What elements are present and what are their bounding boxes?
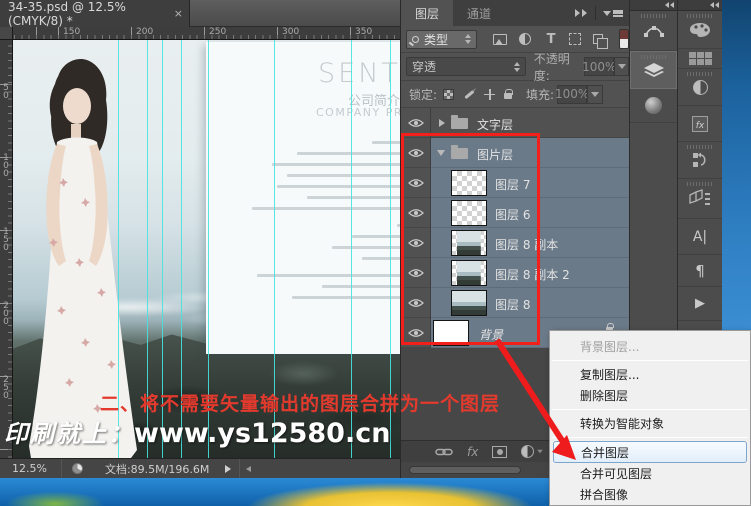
panel-tab-bar: 图层 通道 [401, 0, 629, 26]
ruler-corner [0, 27, 13, 40]
filter-kind-dropdown[interactable]: 类型 [406, 30, 477, 49]
text-line [322, 285, 400, 288]
ruler-label: 150 [1, 228, 11, 252]
fill-label: 填充: [526, 86, 554, 103]
blend-row: 穿透 不透明度: 100% [401, 53, 629, 81]
ruler-label: 250 [209, 27, 226, 37]
layer-name: 文字层 [477, 116, 513, 133]
3d-material-panel-icon[interactable] [630, 89, 677, 123]
document-page: SENTUE 公司简介 COMPANY PR [206, 42, 400, 354]
text-line [362, 257, 400, 260]
filter-adjustment-layers-icon[interactable] [517, 30, 535, 48]
link-layers-icon[interactable] [435, 447, 453, 457]
lock-position-icon[interactable] [484, 89, 495, 100]
ruler-label: 200 [136, 27, 153, 37]
scroll-left-arrow-icon[interactable] [246, 466, 251, 472]
annotation-red-text: 二、将不需要矢量输出的图层合拼为一个图层 [100, 389, 500, 416]
text-line [372, 141, 400, 144]
opacity-dropdown-icon[interactable] [614, 57, 629, 76]
lock-row: 锁定: 填充: 100% [401, 81, 629, 108]
divider [595, 6, 596, 20]
history-panel-icon[interactable] [678, 142, 722, 179]
filter-type-layers-icon[interactable]: T [542, 30, 560, 48]
swatches-panel-icon[interactable] [678, 49, 722, 69]
text-line [297, 152, 400, 155]
annotation-red-arrow [455, 330, 595, 480]
actions-panel-icon[interactable]: ▶ [678, 287, 722, 321]
filter-toggle-switch[interactable] [619, 29, 629, 49]
status-popup-arrow-icon[interactable] [225, 465, 231, 473]
photoshop-window: 34-35.psd @ 12.5%(CMYK/8) * × 150 200 25… [0, 0, 751, 506]
expand-panels-icon[interactable] [575, 9, 580, 17]
document-size-info: 文档:89.5M/196.6M [105, 461, 209, 477]
page-title: SENTUE [318, 58, 400, 89]
3d-panel-icon[interactable] [678, 179, 722, 219]
collapse-dock-icon[interactable] [630, 0, 677, 11]
text-line [257, 274, 400, 277]
folder-icon [451, 118, 468, 129]
document-tab-title: 34-35.psd @ 12.5%(CMYK/8) * [8, 0, 168, 28]
close-tab-icon[interactable]: × [174, 7, 183, 20]
color-panel-icon[interactable] [678, 11, 722, 49]
paths-panel-icon[interactable] [630, 11, 677, 51]
ruler-horizontal: 150 200 250 300 350 [13, 27, 400, 40]
filter-smart-object-icon[interactable] [589, 30, 607, 48]
text-line [307, 196, 400, 199]
search-icon [412, 36, 419, 43]
filter-row: 类型 T [401, 26, 629, 53]
text-line [287, 174, 400, 177]
ruler-vertical: 50 100 150 200 250 [0, 40, 13, 458]
document-tab[interactable]: 34-35.psd @ 12.5%(CMYK/8) * × [0, 0, 190, 27]
text-line [277, 185, 400, 188]
zoom-level-field[interactable]: 12.5% [12, 462, 47, 475]
ruler-label: 350 [355, 27, 372, 37]
lock-label: 锁定: [409, 86, 437, 103]
ruler-label: 300 [282, 27, 299, 37]
fill-dropdown-icon[interactable] [587, 85, 603, 104]
text-line [352, 235, 400, 238]
filter-shape-layers-icon[interactable] [566, 30, 584, 48]
lock-all-icon[interactable] [504, 93, 512, 99]
watermark-url: www.ys12580.cn [134, 418, 390, 449]
title-bar: 34-35.psd @ 12.5%(CMYK/8) * × [0, 0, 400, 27]
lock-transparency-icon[interactable] [443, 89, 454, 100]
blend-mode-dropdown[interactable]: 穿透 [406, 57, 526, 76]
paragraph-panel-icon[interactable]: ¶ [678, 255, 722, 287]
text-line [292, 296, 400, 299]
filter-pixel-layers-icon[interactable] [491, 30, 509, 48]
collapse-triangle-icon[interactable] [439, 119, 445, 127]
character-panel-icon[interactable]: A| [678, 219, 722, 255]
page-subtitle-en: COMPANY PR [316, 106, 400, 119]
divider [239, 459, 240, 479]
tab-layers[interactable]: 图层 [401, 0, 453, 26]
annotation-red-rectangle [401, 133, 540, 345]
lock-pixels-icon[interactable] [464, 89, 474, 98]
adjustments-panel-icon[interactable] [678, 69, 722, 106]
status-info-icon[interactable] [72, 463, 83, 474]
layers-panel-icon[interactable] [630, 51, 677, 89]
opacity-value-field[interactable]: 100% [584, 57, 614, 76]
ruler-label: 250 [1, 376, 11, 400]
divider [61, 459, 62, 479]
expand-panels-icon[interactable] [582, 9, 587, 17]
ruler-label: 50 [1, 84, 11, 100]
collapse-dock-icon[interactable] [678, 0, 722, 11]
menu-item-flatten-image[interactable]: 拼合图像 [550, 484, 750, 505]
status-bar: 12.5% 文档:89.5M/196.6M [0, 458, 400, 478]
panel-menu-icon[interactable] [603, 10, 623, 17]
opacity-label: 不透明度: [534, 50, 582, 84]
ruler-label: 150 [63, 27, 80, 37]
ruler-label: 100 [1, 154, 11, 178]
watermark-brand: 印刷就上： [4, 420, 134, 448]
ruler-label: 200 [1, 302, 11, 326]
text-line [272, 163, 400, 166]
styles-panel-icon[interactable]: fx [678, 106, 722, 142]
tab-channels[interactable]: 通道 [453, 0, 505, 26]
watermark: 印刷就上：www.ys12580.cn [4, 414, 390, 449]
fill-value-field[interactable]: 100% [557, 85, 587, 104]
